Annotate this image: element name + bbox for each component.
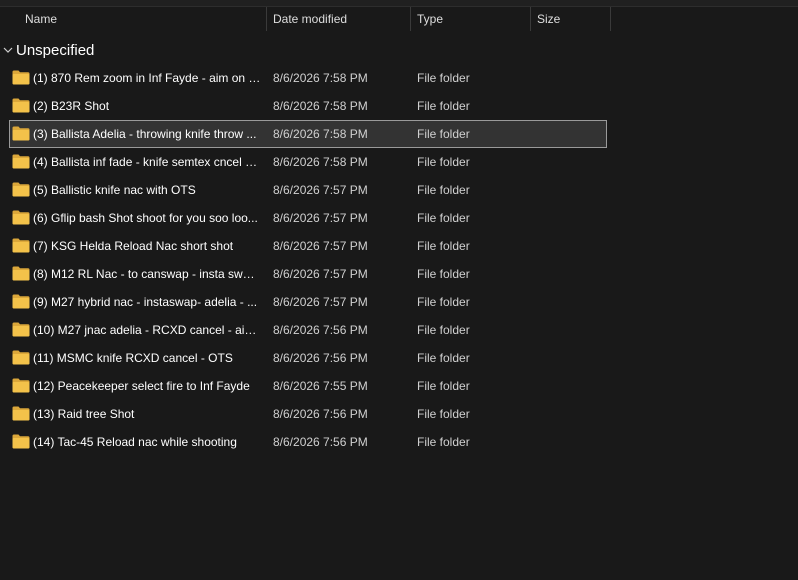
file-name: (6) Gflip bash Shot shoot for you soo lo… [33,211,258,225]
file-type: File folder [417,267,470,281]
file-type: File folder [417,239,470,253]
file-name: (4) Ballista inf fade - knife semtex cnc… [33,155,261,169]
column-header-name[interactable]: Name [0,7,267,31]
column-header-date-modified[interactable]: Date modified [267,7,411,31]
file-name: (13) Raid tree Shot [33,407,135,421]
file-type: File folder [417,127,470,141]
file-row[interactable]: (10) M27 jnac adelia - RCXD cancel - aim… [0,316,607,344]
file-type: File folder [417,407,470,421]
folder-icon [12,266,30,281]
group-label: Unspecified [16,42,95,59]
file-date-modified: 8/6/2026 7:57 PM [273,267,368,281]
file-type: File folder [417,183,470,197]
file-type: File folder [417,155,470,169]
file-name: (7) KSG Helda Reload Nac short shot [33,239,234,253]
folder-icon [12,238,30,253]
file-name: (8) M12 RL Nac - to canswap - insta swap… [33,267,261,281]
file-date-modified: 8/6/2026 7:58 PM [273,155,368,169]
file-type: File folder [417,71,470,85]
folder-icon [12,182,30,197]
column-header-size[interactable]: Size [531,7,611,31]
folder-icon [12,154,30,169]
group-header-unspecified[interactable]: Unspecified [0,40,798,62]
file-row[interactable]: (1) 870 Rem zoom in Inf Fayde - aim on n… [0,64,607,92]
file-name: (9) M27 hybrid nac - instaswap- adelia -… [33,295,258,309]
file-date-modified: 8/6/2026 7:57 PM [273,295,368,309]
folder-icon [12,210,30,225]
file-date-modified: 8/6/2026 7:58 PM [273,99,368,113]
file-name: (12) Peacekeeper select fire to Inf Fayd… [33,379,250,393]
file-row[interactable]: (12) Peacekeeper select fire to Inf Fayd… [0,372,607,400]
file-date-modified: 8/6/2026 7:57 PM [273,183,368,197]
folder-icon [12,98,30,113]
file-row[interactable]: (9) M27 hybrid nac - instaswap- adelia -… [0,288,607,316]
file-date-modified: 8/6/2026 7:58 PM [273,71,368,85]
file-row[interactable]: (8) M12 RL Nac - to canswap - insta swap… [0,260,607,288]
file-name: (2) B23R Shot [33,99,110,113]
file-date-modified: 8/6/2026 7:56 PM [273,323,368,337]
file-row[interactable]: (6) Gflip bash Shot shoot for you soo lo… [0,204,607,232]
folder-icon [12,322,30,337]
column-header-bar: Name Date modified Type Size [0,7,798,31]
file-row[interactable]: (2) B23R Shot 8/6/2026 7:58 PM File folder [0,92,607,120]
folder-icon [12,350,30,365]
folder-icon [12,378,30,393]
file-list: (1) 870 Rem zoom in Inf Fayde - aim on n… [0,64,798,456]
file-row[interactable]: (4) Ballista inf fade - knife semtex cnc… [0,148,607,176]
file-date-modified: 8/6/2026 7:56 PM [273,351,368,365]
file-type: File folder [417,211,470,225]
folder-icon [12,434,30,449]
file-name: (5) Ballistic knife nac with OTS [33,183,196,197]
file-type: File folder [417,351,470,365]
file-row[interactable]: (5) Ballistic knife nac with OTS 8/6/2026… [0,176,607,204]
chevron-down-icon[interactable] [2,44,14,56]
folder-icon [12,406,30,421]
toolbar-edge [0,0,798,7]
folder-icon [12,294,30,309]
file-type: File folder [417,379,470,393]
file-type: File folder [417,295,470,309]
file-name: (14) Tac-45 Reload nac while shooting [33,435,237,449]
folder-icon [12,70,30,85]
file-name: (11) MSMC knife RCXD cancel - OTS [33,351,233,365]
file-date-modified: 8/6/2026 7:58 PM [273,127,368,141]
file-row[interactable]: (13) Raid tree Shot 8/6/2026 7:56 PM File … [0,400,607,428]
file-date-modified: 8/6/2026 7:55 PM [273,379,368,393]
file-row[interactable]: (7) KSG Helda Reload Nac short shot 8/6/2… [0,232,607,260]
folder-icon [12,126,30,141]
file-date-modified: 8/6/2026 7:57 PM [273,211,368,225]
file-name: (3) Ballista Adelia - throwing knife thr… [33,127,257,141]
file-date-modified: 8/6/2026 7:57 PM [273,239,368,253]
file-name: (1) 870 Rem zoom in Inf Fayde - aim on n… [33,71,261,85]
file-date-modified: 8/6/2026 7:56 PM [273,407,368,421]
file-type: File folder [417,99,470,113]
file-row[interactable]: (3) Ballista Adelia - throwing knife thr… [9,120,607,148]
column-header-type[interactable]: Type [411,7,531,31]
file-type: File folder [417,435,470,449]
file-type: File folder [417,323,470,337]
file-row[interactable]: (11) MSMC knife RCXD cancel - OTS 8/6/202… [0,344,607,372]
file-row[interactable]: (14) Tac-45 Reload nac while shooting 8/6… [0,428,607,456]
file-date-modified: 8/6/2026 7:56 PM [273,435,368,449]
file-name: (10) M27 jnac adelia - RCXD cancel - aim… [33,323,261,337]
